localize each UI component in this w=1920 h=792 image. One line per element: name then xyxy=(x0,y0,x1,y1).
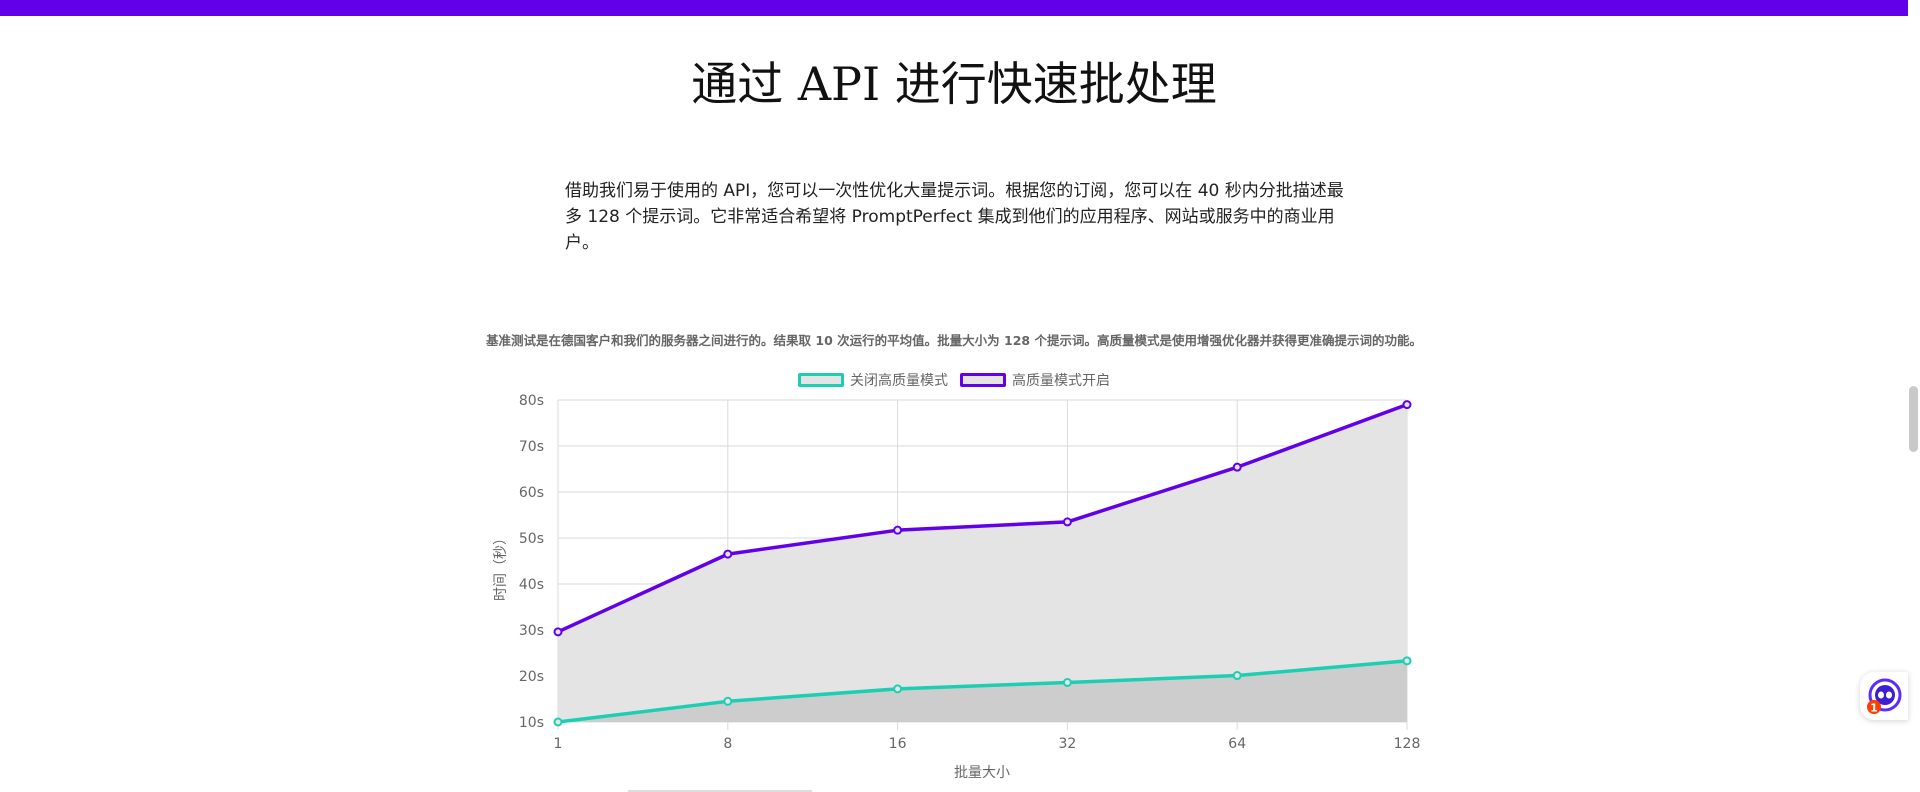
x-tick-label-1: 8 xyxy=(723,736,732,752)
y-tick-label-3: 40s xyxy=(519,577,544,593)
x-tick-label-4: 64 xyxy=(1228,736,1246,752)
data-point-s0-1 xyxy=(723,696,733,706)
data-point-s0-3 xyxy=(1062,677,1072,687)
y-axis-label: 时间（秒） xyxy=(493,531,509,601)
y-tick-label-1: 20s xyxy=(519,669,544,685)
data-point-s0-2 xyxy=(893,684,903,694)
data-point-s1-0 xyxy=(553,627,563,637)
y-tick-label-7: 80s xyxy=(519,393,544,409)
benchmark-line-chart: 10s 20s 30s 40s 50s 60s 70s 80s 1 8 16 32 64 128 批量大小… xyxy=(493,393,1421,781)
data-point-s1-3 xyxy=(1062,517,1072,527)
y-tick-label-4: 50s xyxy=(519,531,544,547)
x-tick-label-2: 16 xyxy=(889,736,907,752)
y-tick-label-0: 10s xyxy=(519,715,544,731)
data-point-s1-5 xyxy=(1402,400,1412,410)
x-tick-label-5: 128 xyxy=(1394,736,1421,752)
y-tick-label-2: 30s xyxy=(519,623,544,639)
chat-robot-icon: 1 xyxy=(1867,678,1902,715)
data-point-s0-4 xyxy=(1232,671,1242,681)
chat-widget-button[interactable]: 1 xyxy=(1860,672,1908,720)
data-point-s1-1 xyxy=(723,549,733,559)
notification-badge-count: 1 xyxy=(1870,702,1878,715)
scrollbar-thumb[interactable] xyxy=(1909,386,1918,452)
x-tick-label-3: 32 xyxy=(1058,736,1076,752)
y-tick-label-6: 70s xyxy=(519,439,544,455)
data-point-s1-4 xyxy=(1232,462,1242,472)
x-tick-label-0: 1 xyxy=(554,736,563,752)
x-axis-label: 批量大小 xyxy=(954,765,1010,781)
data-point-s0-0 xyxy=(553,717,563,727)
y-tick-label-5: 60s xyxy=(519,485,544,501)
data-point-s0-5 xyxy=(1402,656,1412,666)
data-point-s1-2 xyxy=(893,525,903,535)
